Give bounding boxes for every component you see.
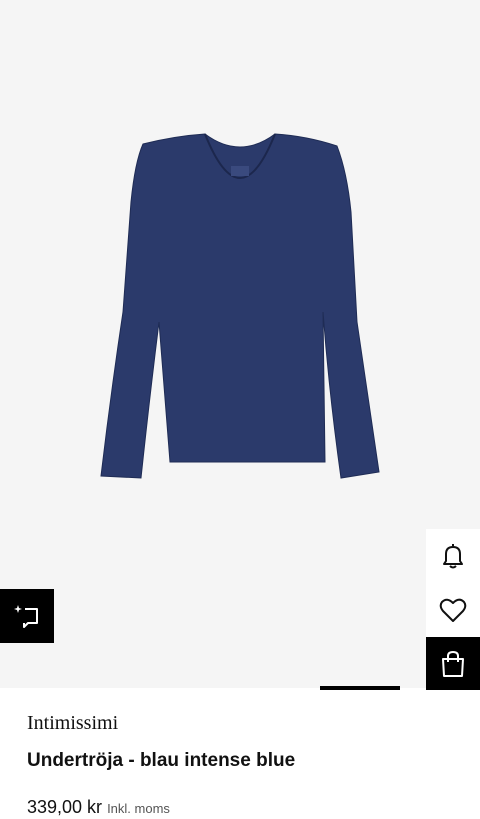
notify-button[interactable] (426, 529, 480, 583)
brand-name[interactable]: Intimissimi (27, 712, 118, 735)
price-row: 339,00 kr Inkl. moms (27, 797, 170, 818)
vat-note: Inkl. moms (107, 801, 170, 816)
product-photo-longsleeve-top (100, 133, 380, 479)
product-info: Intimissimi Undertröja - blau intense bl… (0, 690, 480, 819)
bell-icon (443, 544, 463, 569)
feedback-button[interactable] (0, 589, 54, 643)
price: 339,00 kr (27, 797, 103, 817)
product-title: Undertröja - blau intense blue (27, 750, 296, 771)
shopping-bag-icon (442, 650, 464, 677)
add-to-bag-button[interactable] (426, 637, 480, 691)
heart-icon (439, 598, 467, 622)
product-image[interactable] (0, 0, 480, 688)
sparkle-feedback-icon (14, 605, 38, 628)
side-actions (426, 529, 480, 691)
wishlist-button[interactable] (426, 583, 480, 637)
